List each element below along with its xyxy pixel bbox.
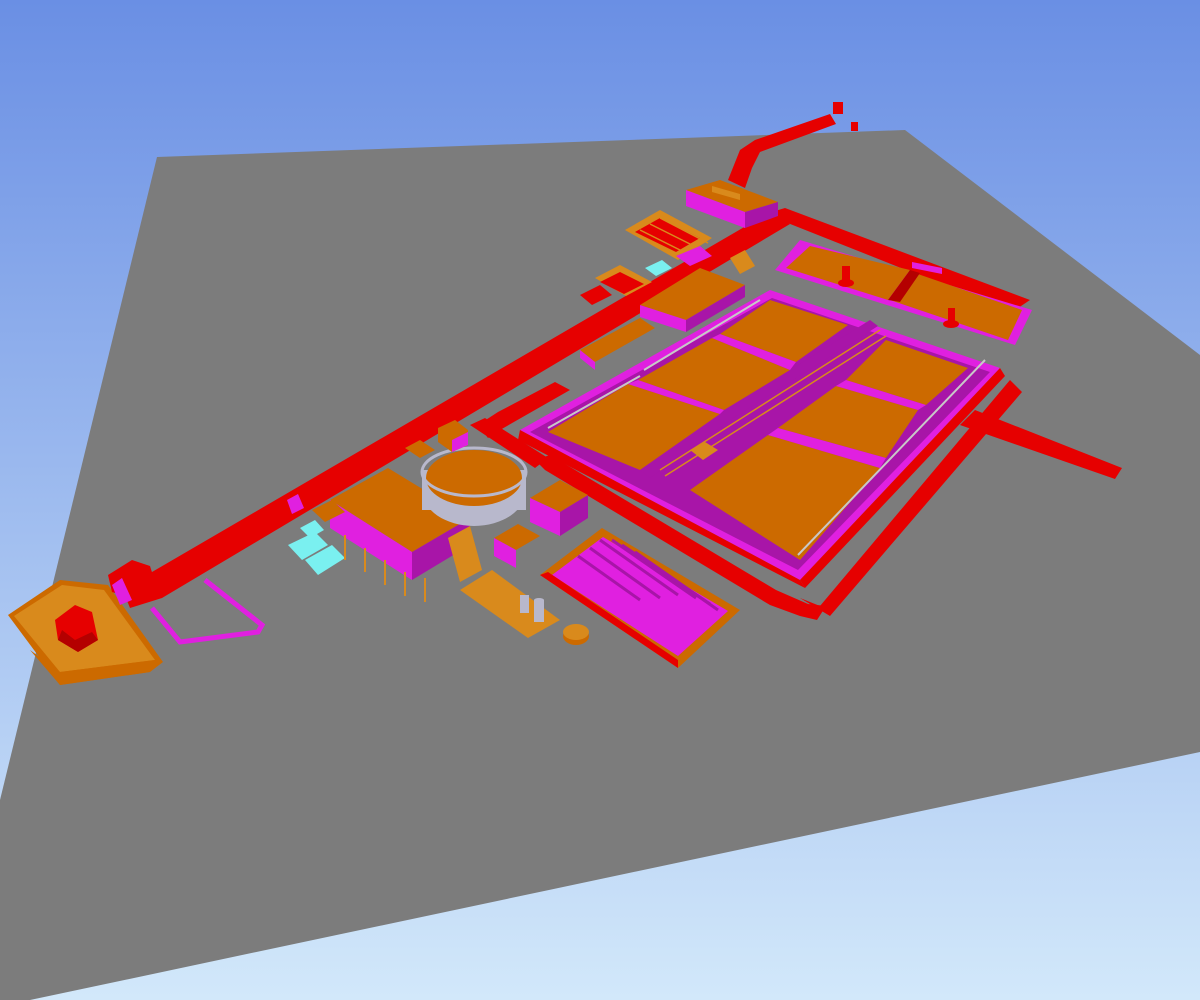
intake-pipe-end — [833, 102, 843, 114]
pump-tank-2[interactable] — [534, 600, 544, 622]
round-tank-small-top — [563, 624, 589, 640]
pump-tank-2-top — [534, 598, 544, 602]
sed-tank-1-column-base — [838, 279, 854, 287]
clarifier-basin[interactable] — [426, 450, 522, 506]
intake-pipe-cap — [851, 122, 858, 131]
sed-tank-2-column-base — [943, 320, 959, 328]
3d-viewport[interactable] — [0, 0, 1200, 1000]
pump-tank-1[interactable] — [520, 595, 529, 613]
site-model-scene[interactable] — [0, 0, 1200, 1000]
